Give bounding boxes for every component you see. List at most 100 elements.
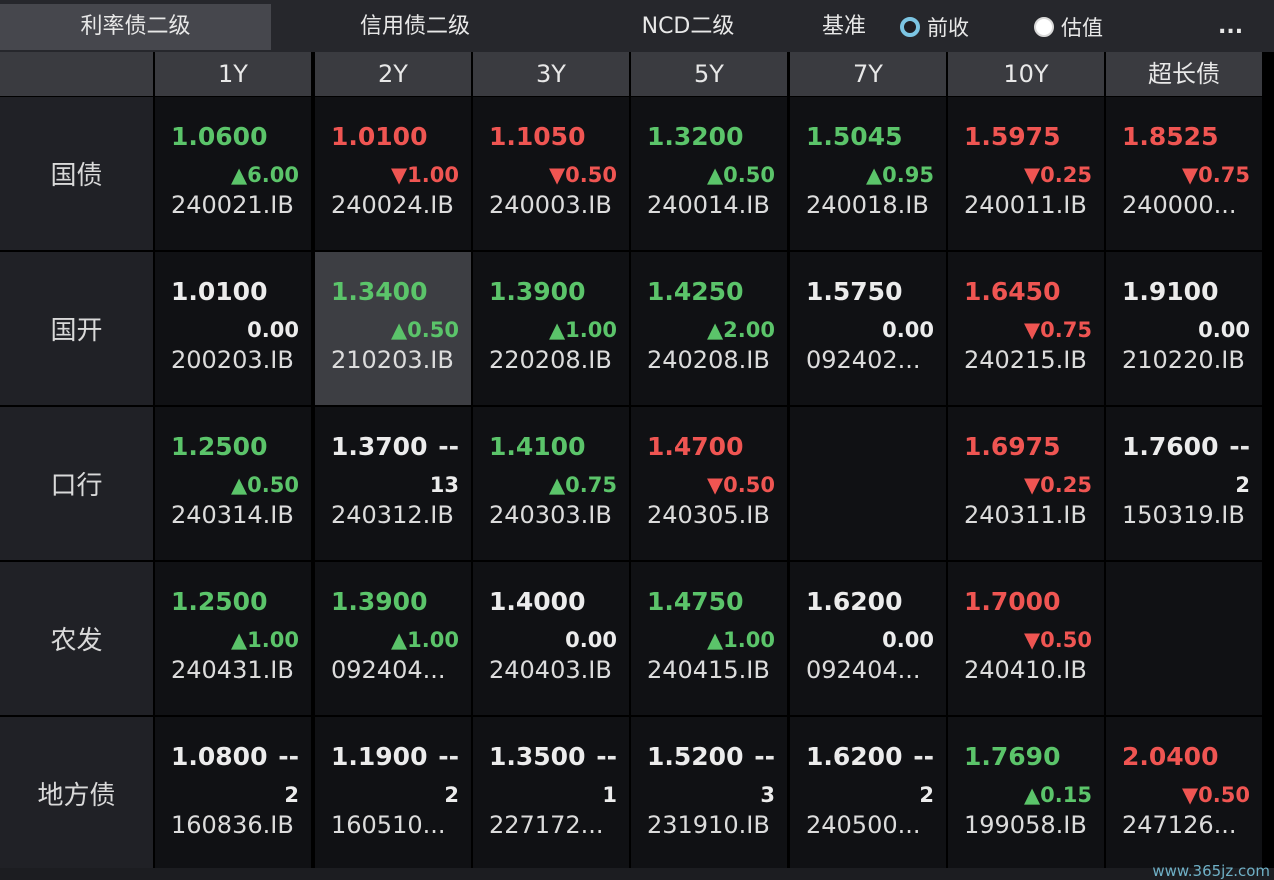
quote-cell[interactable]: 1.5750 0.00 092402... [790, 252, 946, 405]
change-value: 2 [284, 783, 299, 807]
quote-cell[interactable]: 1.7000 ▼0.50 240410.IB [948, 562, 1104, 715]
yield-value: 1.5200 [647, 742, 744, 771]
yield-value: 1.2500 [171, 432, 268, 461]
column-header[interactable]: 2Y [315, 52, 471, 96]
row-label[interactable]: 国开 [0, 252, 153, 405]
benchmark-radio-prev-close[interactable]: 前收 [900, 4, 969, 50]
quote-cell[interactable]: 1.1900 -- 2 160510... [315, 717, 471, 870]
yield-value: 1.8525 [1122, 122, 1219, 151]
quote-cell[interactable]: 1.2500 ▲1.00 240431.IB [155, 562, 311, 715]
yield-value: 1.5975 [964, 122, 1061, 151]
quote-cell[interactable]: 1.5200 -- 3 231910.IB [631, 717, 787, 870]
quote-cell[interactable]: 1.4750 ▲1.00 240415.IB [631, 562, 787, 715]
change-value: ▲1.00 [707, 628, 775, 652]
bond-code: 240215.IB [964, 346, 1087, 374]
bond-code: 240208.IB [647, 346, 770, 374]
change-value: ▼0.50 [707, 473, 775, 497]
quote-cell[interactable]: 1.0800 -- 2 160836.IB [155, 717, 311, 870]
quote-cell[interactable]: 1.2500 ▲0.50 240314.IB [155, 407, 311, 560]
quote-cell[interactable]: 1.0100 0.00 200203.IB [155, 252, 311, 405]
quote-cell[interactable]: 1.3500 -- 1 227172... [473, 717, 629, 870]
quote-cell[interactable]: 1.7690 ▲0.15 199058.IB [948, 717, 1104, 870]
quote-cell[interactable]: 1.4000 0.00 240403.IB [473, 562, 629, 715]
yield-value: 1.4100 [489, 432, 586, 461]
row-label[interactable]: 地方债 [0, 717, 153, 870]
yield-value: 1.4000 [489, 587, 586, 616]
column-header[interactable]: 5Y [631, 52, 787, 96]
header-corner [0, 52, 153, 96]
quote-cell[interactable]: 2.0400 ▼0.50 247126... [1106, 717, 1262, 870]
change-value: ▼0.75 [1182, 163, 1250, 187]
change-value: 2 [444, 783, 459, 807]
bond-code: 200203.IB [171, 346, 294, 374]
row-label[interactable]: 口行 [0, 407, 153, 560]
tab-ncd-secondary[interactable]: NCD二级 [573, 4, 803, 50]
quote-cell[interactable]: 1.5045 ▲0.95 240018.IB [790, 97, 946, 250]
more-menu-button[interactable]: ... [1218, 14, 1243, 39]
benchmark-label: 基准 [822, 14, 867, 39]
row-label[interactable]: 农发 [0, 562, 153, 715]
no-change-dash: -- [1229, 432, 1250, 461]
yield-value: 1.0100 [171, 277, 268, 306]
quote-cell[interactable]: 1.9100 0.00 210220.IB [1106, 252, 1262, 405]
bond-code: 210220.IB [1122, 346, 1245, 374]
quote-cell[interactable]: 1.6975 ▼0.25 240311.IB [948, 407, 1104, 560]
change-value: ▼0.50 [549, 163, 617, 187]
quote-cell[interactable]: 1.3400 ▲0.50 210203.IB [315, 252, 471, 405]
quote-cell[interactable]: 1.3700 -- 13 240312.IB [315, 407, 471, 560]
change-value: 1 [602, 783, 617, 807]
quote-cell[interactable]: 1.6200 0.00 092404... [790, 562, 946, 715]
change-value: ▲0.50 [391, 318, 459, 342]
quote-cell[interactable]: 1.5975 ▼0.25 240011.IB [948, 97, 1104, 250]
yield-value: 1.3700 [331, 432, 428, 461]
bond-code: 240305.IB [647, 501, 770, 529]
no-change-dash: -- [438, 432, 459, 461]
change-value: ▲0.95 [866, 163, 934, 187]
yield-value: 1.4250 [647, 277, 744, 306]
top-tab-bar: 利率债二级 信用债二级 NCD二级 基准 前收 估值 ... [0, 0, 1274, 52]
bond-code: 150319.IB [1122, 501, 1245, 529]
quote-cell[interactable]: 1.6200 -- 2 240500... [790, 717, 946, 870]
quote-cell[interactable]: 1.4700 ▼0.50 240305.IB [631, 407, 787, 560]
quote-cell[interactable]: 1.7600 -- 2 150319.IB [1106, 407, 1262, 560]
bond-code: 240431.IB [171, 656, 294, 684]
tab-credit-bond-secondary[interactable]: 信用债二级 [292, 4, 538, 50]
quote-cell[interactable]: 1.3900 ▲1.00 220208.IB [473, 252, 629, 405]
quote-cell[interactable]: 1.4250 ▲2.00 240208.IB [631, 252, 787, 405]
quote-cell[interactable]: 1.8525 ▼0.75 240000... [1106, 97, 1262, 250]
yield-value: 1.4750 [647, 587, 744, 616]
bond-code: 240311.IB [964, 501, 1087, 529]
column-header[interactable]: 3Y [473, 52, 629, 96]
column-header[interactable]: 1Y [155, 52, 311, 96]
change-value: ▼1.00 [391, 163, 459, 187]
benchmark-radio-valuation[interactable]: 估值 [1034, 4, 1103, 50]
quote-cell[interactable]: 1.0100 ▼1.00 240024.IB [315, 97, 471, 250]
bond-code: 240303.IB [489, 501, 612, 529]
row-label[interactable]: 国债 [0, 97, 153, 250]
tab-rate-bond-secondary[interactable]: 利率债二级 [0, 4, 271, 50]
quote-cell[interactable]: 1.3200 ▲0.50 240014.IB [631, 97, 787, 250]
change-value: ▼0.25 [1024, 473, 1092, 497]
bond-code: 240403.IB [489, 656, 612, 684]
watermark: www.365jz.com [1152, 862, 1270, 880]
column-header[interactable]: 超长债 [1106, 52, 1262, 96]
quote-cell[interactable]: 1.0600 ▲6.00 240021.IB [155, 97, 311, 250]
quote-cell[interactable]: 1.1050 ▼0.50 240003.IB [473, 97, 629, 250]
yield-value: 1.0100 [331, 122, 428, 151]
change-value: ▼0.50 [1024, 628, 1092, 652]
yield-value: 1.1050 [489, 122, 586, 151]
yield-value: 1.7600 [1122, 432, 1219, 461]
column-header[interactable]: 7Y [790, 52, 946, 96]
bond-code: 240410.IB [964, 656, 1087, 684]
yield-value: 1.6200 [806, 587, 903, 616]
quote-cell[interactable]: 1.3900 ▲1.00 092404... [315, 562, 471, 715]
quote-cell[interactable]: 1.4100 ▲0.75 240303.IB [473, 407, 629, 560]
column-header[interactable]: 10Y [948, 52, 1104, 96]
bond-code: 092402... [806, 346, 921, 374]
change-value: 0.00 [565, 628, 617, 652]
bond-code: 240314.IB [171, 501, 294, 529]
change-value: ▲0.15 [1024, 783, 1092, 807]
quote-cell[interactable]: 1.6450 ▼0.75 240215.IB [948, 252, 1104, 405]
yield-value: 1.7690 [964, 742, 1061, 771]
bond-code: 247126... [1122, 811, 1237, 839]
